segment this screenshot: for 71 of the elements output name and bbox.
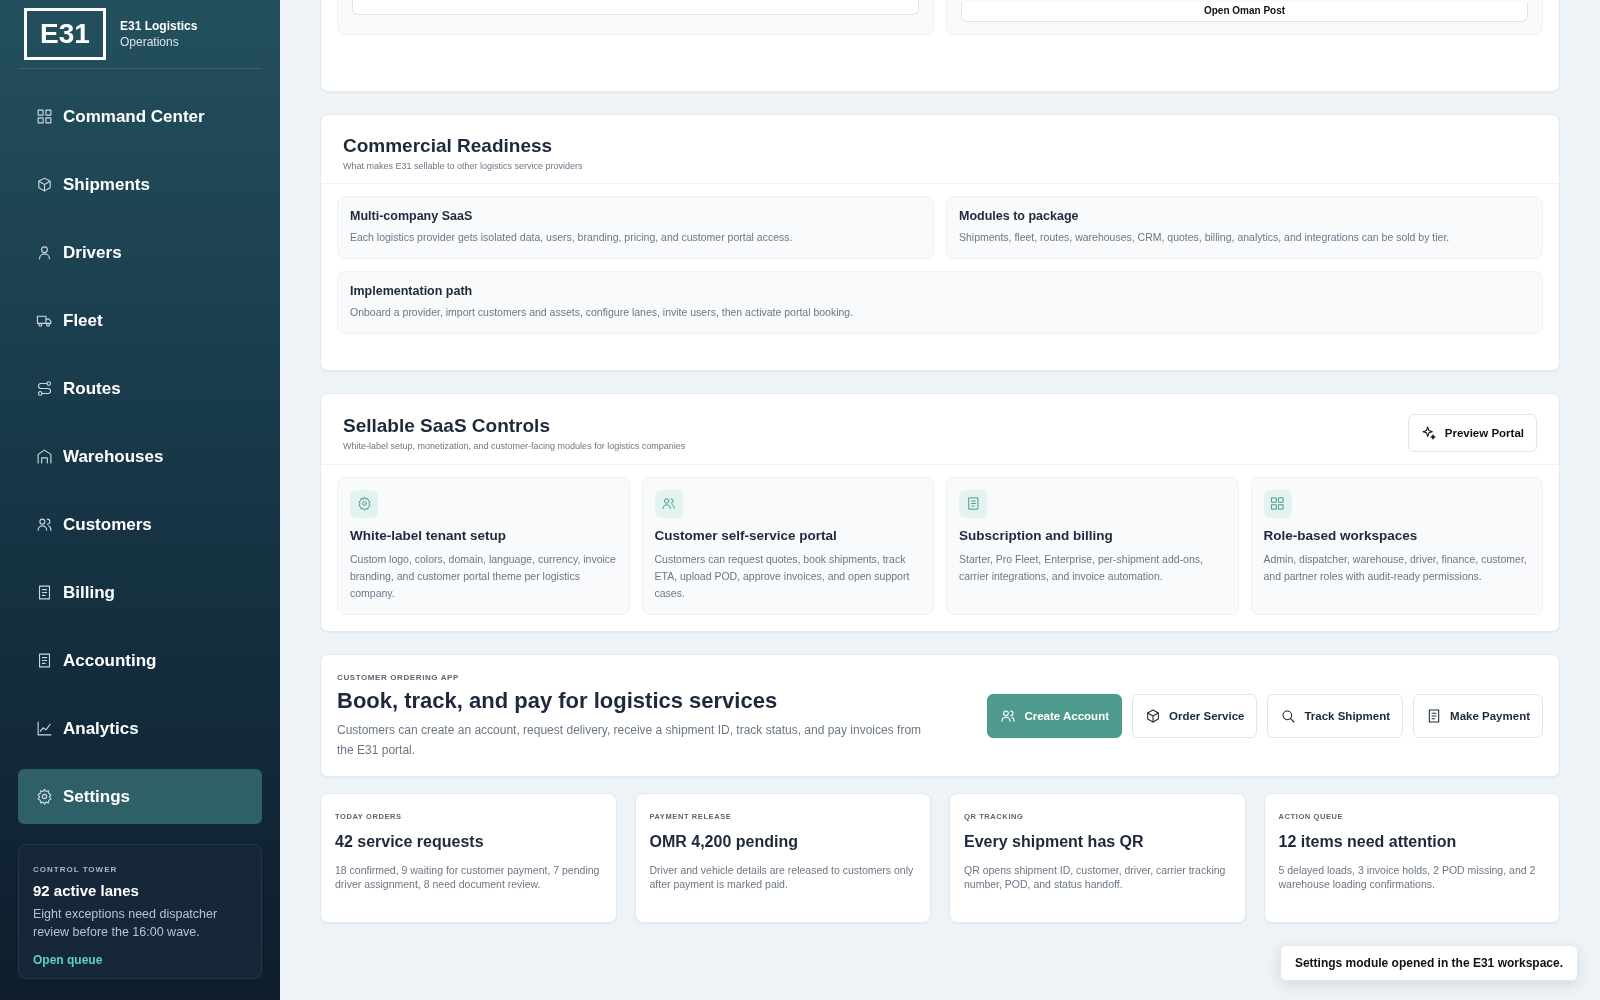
people-icon (661, 496, 676, 511)
section-title: Commercial Readiness (343, 134, 554, 157)
box-icon (1145, 708, 1161, 724)
box-icon (36, 176, 53, 193)
feature-text: Onboard a provider, import customers and assets, configure lanes, invite users, then activate portal booking. (350, 304, 855, 320)
nav-item[interactable]: Analytics (18, 701, 262, 756)
receipt-icon (36, 584, 53, 601)
feature-title: Role-based workspaces (1263, 527, 1419, 543)
feature-text: Admin, dispatcher, warehouse, driver, finance, customer, and partner roles with audit-ready permissions. (1263, 551, 1528, 584)
nav-item[interactable]: Settings (18, 769, 262, 824)
brand-subtitle: Operations (120, 34, 180, 50)
queue-link[interactable]: Open queue (33, 953, 103, 967)
brand-name: E31 Logistics (120, 18, 198, 34)
grid-icon (36, 108, 53, 125)
nav-item[interactable]: Accounting (18, 633, 262, 688)
promo-title: 92 active lanes (33, 882, 140, 899)
feature-title: Subscription and billing (959, 527, 1114, 543)
warehouse-icon (36, 448, 53, 465)
feature-text: Starter, Pro Fleet, Enterprise, per-shipment add-ons, carrier integrations, and invoice automation. (959, 551, 1204, 584)
stat-title: 42 service requests (335, 832, 485, 851)
stat-text: QR opens shipment ID, customer, driver, carrier tracking number, POD, and status handoff. (964, 862, 1227, 891)
stat-text: Driver and vehicle details are released to customers only after payment is marked paid. (649, 862, 915, 891)
ordering-text: Customers can create an account, request delivery, receive a shipment ID, track status, and pay invoices from the E31 portal. (337, 721, 923, 759)
stat-text: 18 confirmed, 9 waiting for customer payment, 7 pending driver assignment, 8 need document review. (335, 862, 601, 891)
stat-title: OMR 4,200 pending (649, 832, 799, 851)
people-icon (36, 516, 53, 533)
people-icon (1000, 708, 1017, 724)
preview-portal-button[interactable]: Preview Portal (1407, 413, 1537, 452)
receipt-icon (36, 652, 53, 669)
feature-text: Each logistics provider gets isolated data, users, branding, pricing, and customer portal access. (350, 229, 794, 245)
gear-icon (356, 496, 372, 511)
feature-title: Customer self-service portal (654, 527, 838, 543)
nav-item[interactable]: Shipments (18, 157, 262, 212)
action-button[interactable]: Order Service (1132, 694, 1258, 738)
logo: E31 (24, 8, 106, 60)
promo-text: Eight exceptions need dispatcher review before the 16:00 wave. (33, 906, 219, 941)
section-subtitle: What makes E31 sellable to other logistics service providers (343, 160, 583, 171)
ordering-title: Book, track, and pay for logistics services (337, 687, 779, 714)
nav-item[interactable]: Command Center (18, 89, 262, 144)
route-icon (36, 380, 53, 397)
nav-item[interactable]: Warehouses (18, 429, 262, 484)
stat-text: 5 delayed loads, 3 invoice holds, 2 POD missing, and 2 warehouse loading confirmations. (1278, 862, 1537, 891)
nav-item[interactable]: Drivers (18, 225, 262, 280)
feature-title: Implementation path (350, 283, 474, 298)
section-subtitle: White-label setup, monetization, and customer-facing modules for logistics companies (343, 440, 686, 451)
action-button[interactable]: Track Shipment (1267, 694, 1404, 738)
nav-item[interactable]: Routes (18, 361, 262, 416)
grid-icon (1270, 496, 1285, 511)
eyebrow: CONTROL TOWER (33, 865, 119, 874)
feature-text: Shipments, fleet, routes, warehouses, CRM, quotes, billing, analytics, and integrations can be sold by tier. (959, 229, 1451, 245)
oman-post-button[interactable]: Open Oman Post (961, 1, 1528, 22)
receipt-icon (965, 496, 981, 511)
stat-title: 12 items need attention (1278, 832, 1458, 851)
feature-text: Custom logo, colors, domain, language, currency, invoice branding, and customer portal theme per logistics company. (350, 551, 617, 601)
sparkle-icon (1420, 424, 1437, 441)
feature-title: Modules to package (959, 208, 1080, 223)
action-button[interactable]: Make Payment (1413, 694, 1543, 738)
feature-title: White-label tenant setup (350, 527, 507, 543)
stat-title: Every shipment has QR (964, 832, 1145, 851)
person-icon (36, 244, 53, 261)
feature-title: Multi-company SaaS (350, 208, 474, 223)
nav-item[interactable]: Fleet (18, 293, 262, 348)
eyebrow: CUSTOMER ORDERING APP (337, 672, 460, 682)
section-title: Sellable SaaS Controls (343, 414, 551, 437)
nav-item[interactable]: Billing (18, 565, 262, 620)
chart-icon (36, 720, 53, 737)
toast-message: Settings module opened in the E31 workspace. (1279, 945, 1578, 981)
gear-icon (36, 788, 53, 805)
feature-text: Customers can request quotes, book shipments, track ETA, upload POD, approve invoices, and open support cases. (654, 551, 911, 601)
search-icon (1280, 708, 1297, 724)
nav-item[interactable]: Customers (18, 497, 262, 552)
